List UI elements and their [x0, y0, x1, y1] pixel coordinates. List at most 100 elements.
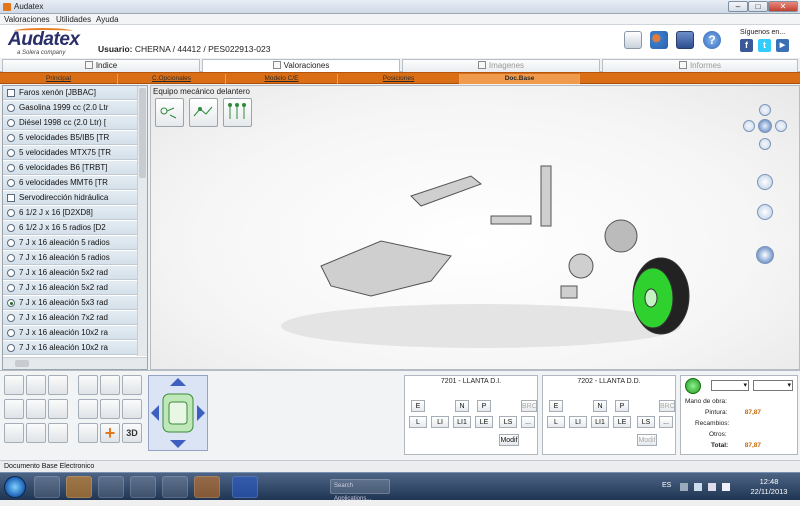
op-n-button[interactable]: N — [593, 400, 607, 412]
option-row[interactable]: 7 J x 16 aleación 7x2 rad — [3, 311, 137, 325]
parts-box-icon[interactable] — [4, 423, 24, 443]
camera-icon[interactable] — [48, 423, 68, 443]
op-le-button[interactable]: LE — [613, 416, 631, 428]
audatex-taskbar-icon[interactable] — [194, 476, 220, 498]
pan-left-icon[interactable] — [743, 120, 755, 132]
op-e-button[interactable]: E — [411, 400, 425, 412]
op-brc-button[interactable]: BRC — [659, 400, 675, 412]
users-icon[interactable] — [650, 31, 668, 49]
twitter-icon[interactable]: t — [758, 39, 771, 52]
explorer-taskbar-icon[interactable] — [34, 476, 60, 498]
view-parts-button[interactable] — [155, 98, 184, 127]
option-row[interactable]: Faros xenón [JBBAC] — [3, 86, 137, 100]
menu-ayuda[interactable]: Ayuda — [96, 15, 119, 24]
op-li1-button[interactable]: LI1 — [453, 416, 471, 428]
tab-informes[interactable]: Informes — [602, 59, 798, 72]
outlook-taskbar-icon[interactable] — [66, 476, 92, 498]
start-button[interactable] — [4, 476, 26, 498]
tab-valoraciones[interactable]: Valoraciones — [202, 59, 400, 73]
option-row[interactable]: Gasolina 1999 cc (2.0 Ltr — [3, 101, 137, 115]
settings-gear-icon[interactable] — [48, 375, 68, 395]
print-icon[interactable] — [4, 399, 24, 419]
option-radio[interactable] — [7, 224, 15, 232]
parts-catalog-icon[interactable] — [26, 375, 46, 395]
option-radio[interactable] — [7, 284, 15, 292]
op-more-button[interactable]: ... — [521, 416, 535, 428]
reset-view-icon[interactable] — [758, 119, 772, 133]
scroll-thumb[interactable] — [15, 360, 29, 367]
op-li-button[interactable]: LI — [569, 416, 587, 428]
option-radio[interactable] — [7, 179, 15, 187]
option-row[interactable]: 7 J x 16 aleación 10x2 ra — [3, 326, 137, 340]
pan-down-icon[interactable] — [759, 138, 771, 150]
op-ls-button[interactable]: LS — [637, 416, 655, 428]
option-radio[interactable] — [7, 299, 15, 307]
modif-button[interactable]: Modif — [637, 434, 657, 446]
search-parts-icon[interactable] — [4, 375, 24, 395]
option-radio[interactable] — [7, 269, 15, 277]
vehicle-icon[interactable] — [26, 399, 46, 419]
option-row[interactable]: 7 J x 16 aleación 5x2 rad — [3, 281, 137, 295]
op-n-button[interactable]: N — [455, 400, 469, 412]
op-l-button[interactable]: L — [547, 416, 565, 428]
flag-icon[interactable] — [694, 483, 702, 491]
scroll-thumb[interactable] — [139, 88, 146, 178]
language-indicator[interactable]: ES — [662, 482, 671, 489]
paint-icon[interactable] — [48, 399, 68, 419]
option-row[interactable]: 5 velocidades MTX75 [TR — [3, 146, 137, 160]
zoom-out-icon[interactable] — [757, 204, 773, 220]
3d-view-icon[interactable]: 3D — [122, 423, 142, 443]
tab-imagenes[interactable]: Imagenes — [402, 59, 600, 72]
view-suspension-button[interactable] — [223, 98, 252, 127]
car-side-icon[interactable] — [26, 423, 46, 443]
subtab-principal[interactable]: Principal — [0, 74, 118, 84]
document-icon[interactable] — [100, 375, 120, 395]
filter-select-1[interactable]: ▾ — [711, 380, 749, 391]
option-radio[interactable] — [7, 314, 15, 322]
pan-up-icon[interactable] — [759, 104, 771, 116]
option-row[interactable]: 7 J x 16 aleación 5 radios — [3, 251, 137, 265]
options-horizontal-scrollbar[interactable] — [3, 357, 147, 369]
op-p-button[interactable]: P — [615, 400, 629, 412]
option-radio[interactable] — [7, 329, 15, 337]
subtab-docbase[interactable]: Doc.Base — [460, 74, 580, 84]
zoom-in-icon[interactable] — [757, 174, 773, 190]
option-row[interactable]: 7 J x 16 aleación 5x2 rad — [3, 266, 137, 280]
option-row[interactable]: 7 J x 16 aleación 5x3 rad — [3, 296, 137, 310]
option-radio[interactable] — [7, 134, 15, 142]
option-checkbox[interactable] — [7, 194, 15, 202]
op-more-button[interactable]: ... — [659, 416, 673, 428]
option-row[interactable]: 7 J x 16 aleación 5 radios — [3, 236, 137, 250]
filter-select-2[interactable]: ▾ — [753, 380, 793, 391]
options-vertical-scrollbar[interactable] — [137, 86, 147, 356]
notes-icon[interactable] — [122, 375, 142, 395]
network-icon[interactable] — [708, 483, 716, 491]
subtab-opcionales[interactable]: C.Opcionales — [118, 74, 226, 84]
op-le-button[interactable]: LE — [475, 416, 493, 428]
media-taskbar-icon[interactable] — [130, 476, 156, 498]
op-li-button[interactable]: LI — [431, 416, 449, 428]
option-row[interactable]: 7 J x 16 aleación 10x2 ra — [3, 341, 137, 355]
ie-taskbar-icon[interactable] — [98, 476, 124, 498]
word-taskbar-icon[interactable] — [232, 476, 258, 498]
option-checkbox[interactable] — [7, 89, 15, 97]
option-row[interactable]: 5 velocidades B5/IB5 [TR — [3, 131, 137, 145]
view-assembly-button[interactable] — [189, 98, 218, 127]
tab-indice[interactable]: Indice — [2, 59, 200, 72]
option-radio[interactable] — [7, 104, 15, 112]
option-radio[interactable] — [7, 164, 15, 172]
option-radio[interactable] — [7, 344, 15, 352]
option-radio[interactable] — [7, 149, 15, 157]
op-li1-button[interactable]: LI1 — [591, 416, 609, 428]
monitor-icon[interactable] — [676, 31, 694, 49]
subtab-modelo[interactable]: Modelo C/E — [226, 74, 338, 84]
modif-button[interactable]: Modif — [499, 434, 519, 446]
parts-viewer[interactable]: Equipo mecánico delantero — [150, 85, 800, 370]
op-brc-button[interactable]: BRC — [521, 400, 537, 412]
option-row[interactable]: 6 1/2 J x 16 [D2XD8] — [3, 206, 137, 220]
option-row[interactable]: 6 velocidades MMT6 [TR — [3, 176, 137, 190]
option-row[interactable]: 6 1/2 J x 16 5 radios [D2 — [3, 221, 137, 235]
calculator-icon[interactable] — [78, 399, 98, 419]
option-radio[interactable] — [7, 119, 15, 127]
truck-icon[interactable] — [78, 423, 98, 443]
